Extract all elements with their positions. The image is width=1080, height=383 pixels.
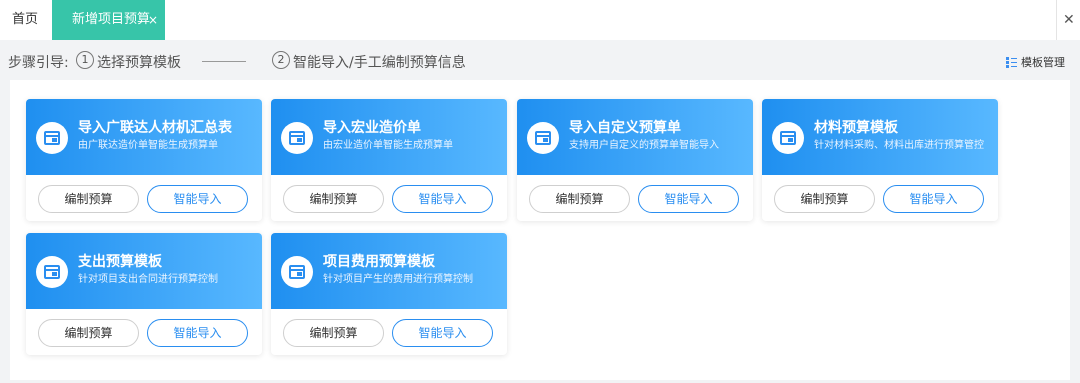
step-guide-label: 步骤引导: [8, 55, 69, 71]
smart-import-button[interactable]: 智能导入 [392, 319, 493, 347]
edit-budget-button[interactable]: 编制预算 [283, 185, 384, 213]
edit-budget-button[interactable]: 编制预算 [283, 319, 384, 347]
step-guide: 步骤引导: 1 选择预算模板 2 智能导入/手工编制预算信息 模板管理 [0, 40, 1080, 80]
smart-import-button[interactable]: 智能导入 [638, 185, 739, 213]
card-header: 项目费用预算模板 针对项目产生的费用进行预算控制 [271, 233, 507, 309]
tab-label: 新增项目预算 [72, 12, 151, 27]
card-title: 支出预算模板 [78, 254, 162, 270]
card-header: 导入宏业造价单 由宏业造价单智能生成预算单 [271, 99, 507, 175]
template-icon [281, 256, 313, 288]
edit-budget-button[interactable]: 编制预算 [38, 319, 139, 347]
template-card: 导入广联达人材机汇总表 由广联达造价单智能生成预算单 编制预算 智能导入 [26, 99, 262, 221]
smart-import-button[interactable]: 智能导入 [147, 319, 248, 347]
template-icon [36, 256, 68, 288]
template-icon [527, 122, 559, 154]
tab-close-icon[interactable]: × [148, 0, 158, 40]
tab-new-project-budget[interactable]: 新增项目预算 × [52, 0, 165, 40]
template-panel: 导入广联达人材机汇总表 由广联达造价单智能生成预算单 编制预算 智能导入 导入宏… [10, 80, 1070, 380]
card-title: 导入宏业造价单 [323, 120, 421, 136]
step1-text: 选择预算模板 [97, 55, 181, 71]
card-title: 导入自定义预算单 [569, 120, 681, 136]
template-card: 导入自定义预算单 支持用户自定义的预算单智能导入 编制预算 智能导入 [517, 99, 753, 221]
template-card: 项目费用预算模板 针对项目产生的费用进行预算控制 编制预算 智能导入 [271, 233, 507, 355]
card-header: 支出预算模板 针对项目支出合同进行预算控制 [26, 233, 262, 309]
template-icon [281, 122, 313, 154]
smart-import-button[interactable]: 智能导入 [147, 185, 248, 213]
step1-number: 1 [76, 51, 94, 69]
card-header: 材料预算模板 针对材料采购、材料出库进行预算管控 [762, 99, 998, 175]
template-card: 支出预算模板 针对项目支出合同进行预算控制 编制预算 智能导入 [26, 233, 262, 355]
tabbar-divider [1056, 0, 1057, 40]
card-description: 针对项目支出合同进行预算控制 [78, 274, 218, 285]
template-icon [36, 122, 68, 154]
tab-bar: 首页 新增项目预算 × ✕ [0, 0, 1080, 40]
step2-number: 2 [272, 51, 290, 69]
template-card: 材料预算模板 针对材料采购、材料出库进行预算管控 编制预算 智能导入 [762, 99, 998, 221]
template-manage-label: 模板管理 [1021, 56, 1065, 69]
edit-budget-button[interactable]: 编制预算 [38, 185, 139, 213]
template-card: 导入宏业造价单 由宏业造价单智能生成预算单 编制预算 智能导入 [271, 99, 507, 221]
tab-home[interactable]: 首页 [0, 0, 50, 40]
template-manage-link[interactable]: 模板管理 [1006, 54, 1065, 70]
list-icon [1006, 56, 1017, 68]
card-description: 针对材料采购、材料出库进行预算管控 [814, 140, 984, 151]
edit-budget-button[interactable]: 编制预算 [529, 185, 630, 213]
card-title: 导入广联达人材机汇总表 [78, 120, 232, 136]
smart-import-button[interactable]: 智能导入 [392, 185, 493, 213]
card-header: 导入自定义预算单 支持用户自定义的预算单智能导入 [517, 99, 753, 175]
smart-import-button[interactable]: 智能导入 [883, 185, 984, 213]
step-connector [202, 61, 246, 62]
card-title: 项目费用预算模板 [323, 254, 435, 270]
step2-text: 智能导入/手工编制预算信息 [293, 55, 466, 71]
close-icon[interactable]: ✕ [1063, 0, 1075, 40]
card-header: 导入广联达人材机汇总表 由广联达造价单智能生成预算单 [26, 99, 262, 175]
card-description: 针对项目产生的费用进行预算控制 [323, 274, 473, 285]
card-description: 由宏业造价单智能生成预算单 [323, 140, 453, 151]
card-title: 材料预算模板 [814, 120, 898, 136]
template-icon [772, 122, 804, 154]
edit-budget-button[interactable]: 编制预算 [774, 185, 875, 213]
card-description: 支持用户自定义的预算单智能导入 [569, 140, 719, 151]
card-description: 由广联达造价单智能生成预算单 [78, 140, 218, 151]
